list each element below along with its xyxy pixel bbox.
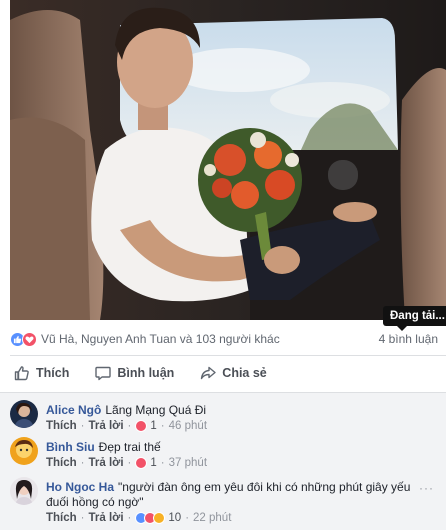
comment-reaction-count: 1 [150, 420, 157, 432]
comment-text: Đẹp trai thế [98, 440, 161, 454]
comment-item: Ho Ngoc Ha "người đàn ông em yêu đôi khi … [10, 477, 446, 529]
like-button-label: Thích [36, 366, 70, 380]
comment-reactions[interactable] [135, 457, 148, 469]
comment-text: Lãng Mạng Quá Đi [105, 403, 207, 417]
comment-body: Alice Ngô Lãng Mạng Quá Đi [46, 403, 418, 418]
comment-reactions[interactable] [135, 512, 166, 524]
comment-author[interactable]: Bình Siu [46, 440, 95, 454]
loading-tooltip: Đang tải... [383, 306, 446, 331]
avatar[interactable] [10, 400, 38, 428]
share-button-label: Chia sẻ [222, 366, 267, 380]
comment-meta: Thích · Trả lời · 1 · 37 phút [46, 457, 208, 469]
comment-time[interactable]: 37 phút [169, 457, 207, 469]
comments-count-link[interactable]: 4 bình luận [379, 332, 438, 346]
post-photo[interactable] [10, 0, 446, 320]
comment-reaction-count: 10 [168, 512, 182, 524]
comment-item: Alice Ngô Lãng Mạng Quá Đi Thích · Trả lờ… [10, 400, 446, 438]
comment-author[interactable]: Ho Ngoc Ha [46, 480, 114, 494]
share-arrow-icon [201, 366, 216, 380]
comment-author[interactable]: Alice Ngô [46, 403, 101, 417]
comment-reaction-count: 1 [150, 457, 157, 469]
comment-body: Bình Siu Đẹp trai thế [46, 440, 418, 455]
reactions-summary[interactable]: Vũ Hà, Nguyen Anh Tuan và 103 người khác… [10, 328, 446, 350]
comment-reactions[interactable] [135, 420, 148, 432]
comment-like-link[interactable]: Thích [46, 420, 77, 432]
comment-button[interactable]: Bình luận [91, 365, 178, 381]
love-reaction-icon [22, 331, 37, 347]
comment-like-link[interactable]: Thích [46, 457, 77, 469]
comment-meta: Thích · Trả lời · 10 · 22 phút [46, 512, 232, 524]
haha-reaction-icon [153, 512, 166, 524]
avatar[interactable] [10, 477, 38, 505]
thumbs-up-icon [14, 366, 29, 381]
love-reaction-icon [135, 457, 148, 469]
like-button[interactable]: Thích [10, 365, 73, 381]
love-reaction-icon [135, 420, 148, 432]
divider [10, 355, 446, 356]
comment-like-link[interactable]: Thích [46, 512, 77, 524]
post-action-bar: Thích Bình luận Chia sẻ [10, 358, 446, 388]
share-button[interactable]: Chia sẻ [196, 365, 270, 381]
comment-time[interactable]: 46 phút [169, 420, 207, 432]
comment-time[interactable]: 22 phút [193, 512, 231, 524]
avatar[interactable] [10, 437, 38, 465]
comment-reply-link[interactable]: Trả lời [89, 512, 124, 524]
comment-body: Ho Ngoc Ha "người đàn ông em yêu đôi khi … [46, 480, 418, 510]
comments-section: Alice Ngô Lãng Mạng Quá Đi Thích · Trả lờ… [0, 392, 446, 530]
comment-reply-link[interactable]: Trả lời [89, 457, 124, 469]
comment-button-label: Bình luận [117, 366, 175, 380]
comment-reply-link[interactable]: Trả lời [89, 420, 124, 432]
reactions-text[interactable]: Vũ Hà, Nguyen Anh Tuan và 103 người khác [41, 332, 379, 346]
comment-meta: Thích · Trả lời · 1 · 46 phút [46, 420, 208, 432]
comment-bubble-icon [95, 366, 112, 381]
comment-item: Bình Siu Đẹp trai thế Thích · Trả lời · 1… [10, 437, 446, 475]
reaction-icons [10, 331, 37, 347]
comment-options-icon[interactable]: ··· [419, 481, 434, 495]
